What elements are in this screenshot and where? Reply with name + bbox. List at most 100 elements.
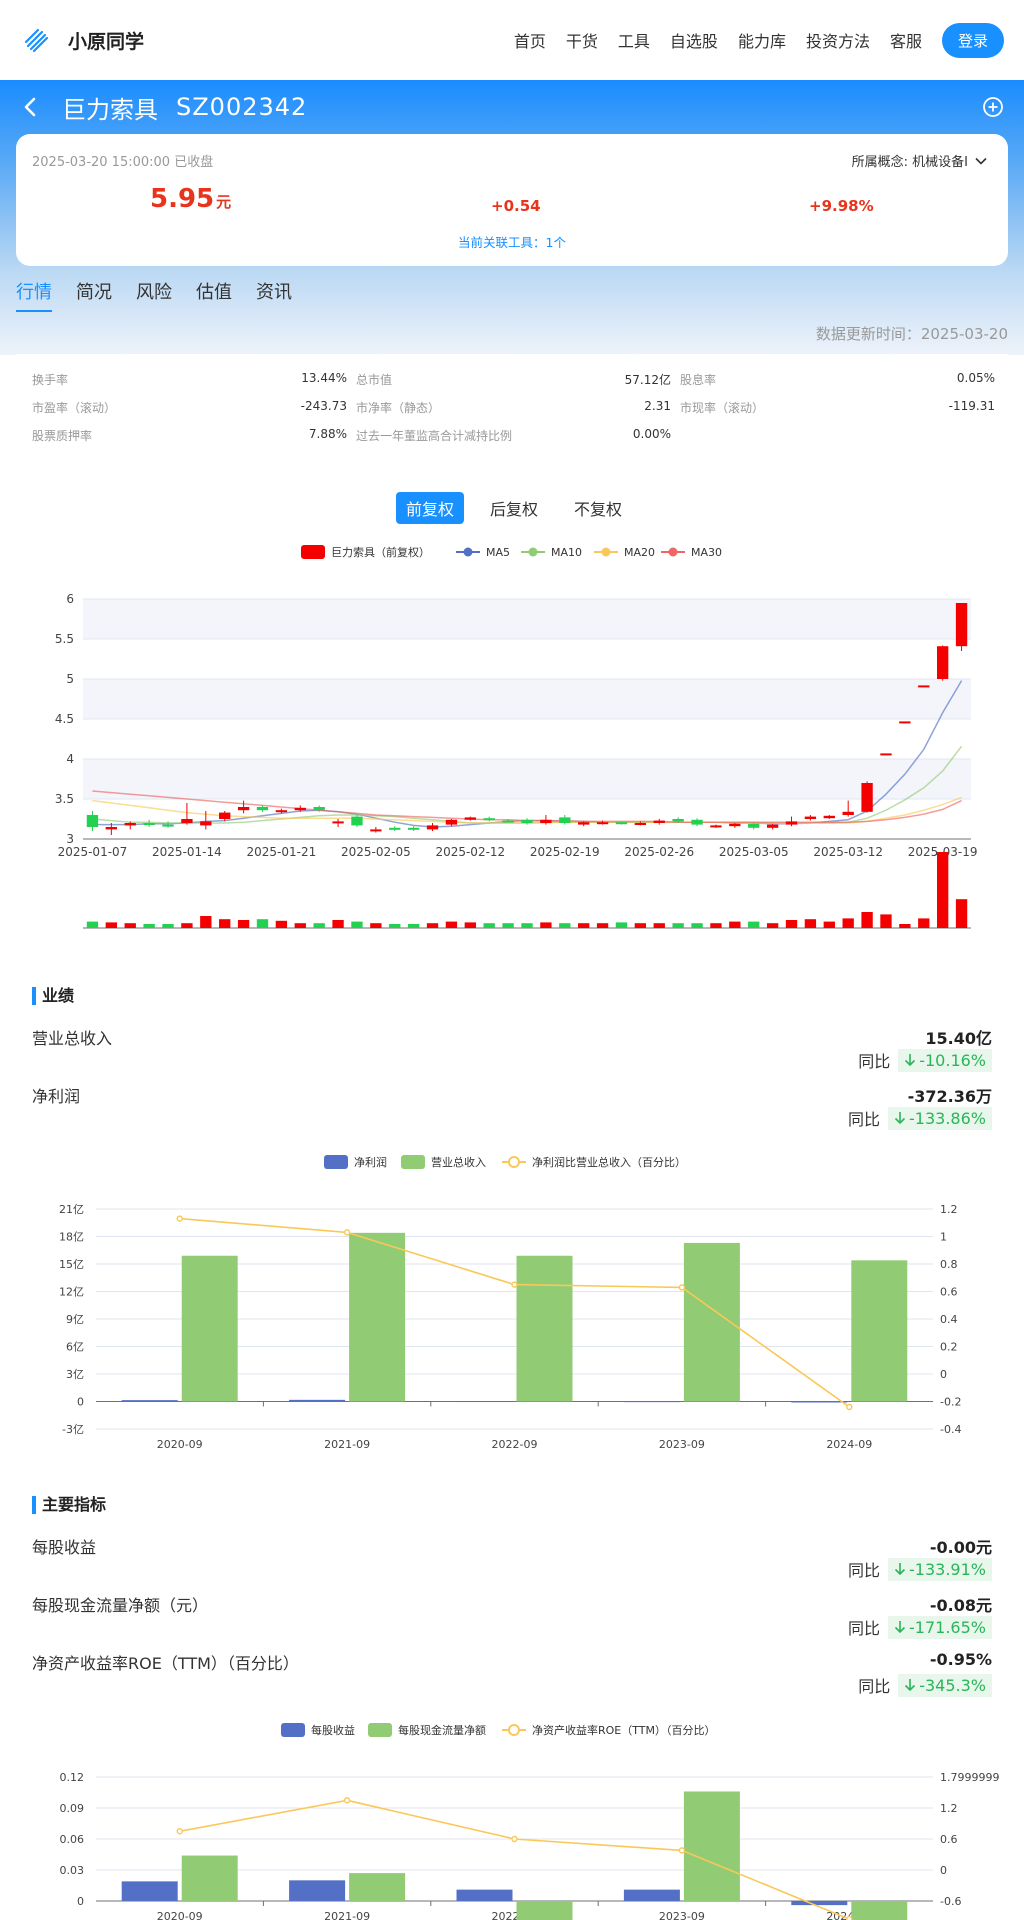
bar-series-1 <box>456 1401 513 1403</box>
legend-swatch <box>301 545 325 559</box>
legend-label: 净利润 <box>354 1155 387 1169</box>
bar-series-2 <box>349 1873 406 1901</box>
back-arrow-icon[interactable] <box>20 96 42 118</box>
y-tick-label: 18亿 <box>59 1231 84 1244</box>
candle <box>955 603 968 647</box>
y-tick-label: 6 <box>66 592 74 606</box>
nav-link-tools[interactable]: 工具 <box>618 28 650 52</box>
volume-bar <box>861 912 873 928</box>
candle <box>483 818 495 821</box>
x-tick-label: 2025-02-05 <box>341 845 411 859</box>
y2-tick-label: -0.4 <box>940 1423 961 1436</box>
y-tick-label: 4 <box>66 752 74 766</box>
brand-name[interactable]: 小原同学 <box>68 27 144 54</box>
y2-tick-label: -0.6 <box>940 1895 961 1908</box>
bar-series-2 <box>851 1901 908 1920</box>
y-tick-label: 0.06 <box>60 1833 85 1846</box>
add-to-watchlist-icon[interactable] <box>982 96 1004 118</box>
stat-value: 0.00% <box>632 427 671 441</box>
quote-time: 2025-03-20 15:00:00 已收盘 <box>32 155 214 170</box>
candle <box>785 821 798 825</box>
nav-link-articles[interactable]: 干货 <box>566 28 598 52</box>
x-tick-label: 2020-09 <box>157 1438 203 1451</box>
candle <box>502 820 514 823</box>
ratio-point <box>678 1284 686 1291</box>
volume-bar <box>521 923 533 928</box>
legend-label: MA20 <box>624 546 655 559</box>
tab-market[interactable]: 行情 <box>16 278 52 312</box>
volume-bar <box>559 923 571 928</box>
stat-insider-reduction: 过去一年董监高合计减持比例 0.00% <box>356 427 671 444</box>
bar-series-1 <box>791 1401 848 1403</box>
candle <box>899 721 911 724</box>
stat-turnover: 换手率 13.44% <box>32 371 347 388</box>
candle <box>615 822 628 825</box>
logo-icon[interactable] <box>20 24 52 56</box>
x-tick-label: 2025-01-07 <box>58 845 128 859</box>
nav-link-watchlist[interactable]: 自选股 <box>670 28 718 52</box>
stat-label: 市盈率（滚动） <box>32 401 117 415</box>
price-change-percent: +9.98% <box>809 197 874 215</box>
top-nav: 小原同学 首页 干货 工具 自选股 能力库 投资方法 客服 登录 <box>0 0 1024 80</box>
nav-link-home[interactable]: 首页 <box>514 28 546 52</box>
login-button[interactable]: 登录 <box>941 22 1004 58</box>
x-tick-label: 2025-03-05 <box>719 845 789 859</box>
y-tick-label: 5 <box>66 672 74 686</box>
price-unit: 元 <box>216 193 232 211</box>
y-tick-label: 0 <box>77 1895 84 1908</box>
y2-tick-label: 0.2 <box>940 1341 958 1354</box>
candle <box>162 824 174 827</box>
x-tick-label: 2025-03-12 <box>813 845 883 859</box>
nav-link-investment-methods[interactable]: 投资方法 <box>806 28 870 52</box>
y2-tick-label: 1.2 <box>940 1203 958 1216</box>
y-tick-label: 6亿 <box>66 1341 84 1354</box>
candle <box>691 819 703 825</box>
legend-label: 净利润比营业总收入（百分比） <box>532 1155 686 1169</box>
y2-tick-label: -0.2 <box>940 1396 961 1409</box>
x-tick-label: 2021-09 <box>324 1910 370 1920</box>
stat-label: 市净率（静态） <box>356 401 441 415</box>
candle <box>766 824 779 828</box>
kline-chart[interactable]: 巨力索具（前复权） MA5 MA10 MA20 MA3065.554.543.53202… <box>16 476 1008 956</box>
tab-overview[interactable]: 简况 <box>76 278 112 312</box>
performance-chart[interactable]: 净利润 营业总收入 净利润比营业总收入（百分比） 21亿 18亿 15亿 12亿 9亿 6亿 3亿… <box>16 972 1008 1465</box>
tab-news[interactable]: 资讯 <box>256 278 292 312</box>
nav-link-ability-library[interactable]: 能力库 <box>738 28 786 52</box>
x-tick-label: 2023-09 <box>659 1438 705 1451</box>
volume-bar <box>899 924 911 928</box>
volume-bar <box>880 914 892 928</box>
nav-link-customer-service[interactable]: 客服 <box>890 28 922 52</box>
candle <box>748 823 760 828</box>
volume-bar <box>766 923 779 928</box>
y-tick-label: 5.5 <box>55 632 74 646</box>
related-tools-link: 当前关联工具：1个 <box>16 232 1008 251</box>
legend-label: MA5 <box>486 546 510 559</box>
stat-value: 0.05% <box>956 371 995 385</box>
chart-band <box>83 679 971 719</box>
candle <box>332 821 344 824</box>
y2-tick-label: 0.6 <box>940 1833 958 1846</box>
y-tick-label: 0.03 <box>60 1864 85 1877</box>
volume-bar <box>407 924 420 928</box>
volume-bar <box>483 923 495 928</box>
x-tick-label: 2025-02-19 <box>530 845 600 859</box>
candle <box>521 819 533 823</box>
candle <box>294 807 306 811</box>
related-tools-text[interactable]: 当前关联工具：1个 <box>458 235 566 250</box>
candle <box>86 815 99 827</box>
concept-dropdown[interactable]: 所属概念: 机械设备I <box>852 151 988 170</box>
y-tick-label: 0 <box>77 1396 84 1409</box>
candle <box>351 816 363 826</box>
indicators-chart[interactable]: 每股收益 每股现金流量净额 净资产收益率ROE（TTM）（百分比） 0.12 0.09 0… <box>16 1481 1008 1920</box>
legend-swatch <box>463 547 473 557</box>
legend-swatch <box>281 1723 305 1737</box>
candle <box>389 827 401 830</box>
y-tick-label: 3亿 <box>66 1368 84 1381</box>
volume-bar <box>389 924 401 928</box>
stat-label: 过去一年董监高合计减持比例 <box>356 429 513 443</box>
candle <box>464 817 476 820</box>
bar-series-2 <box>181 1855 238 1901</box>
legend-label: 营业总收入 <box>431 1155 486 1169</box>
tab-valuation[interactable]: 估值 <box>196 278 232 312</box>
tab-risk[interactable]: 风险 <box>136 278 172 312</box>
